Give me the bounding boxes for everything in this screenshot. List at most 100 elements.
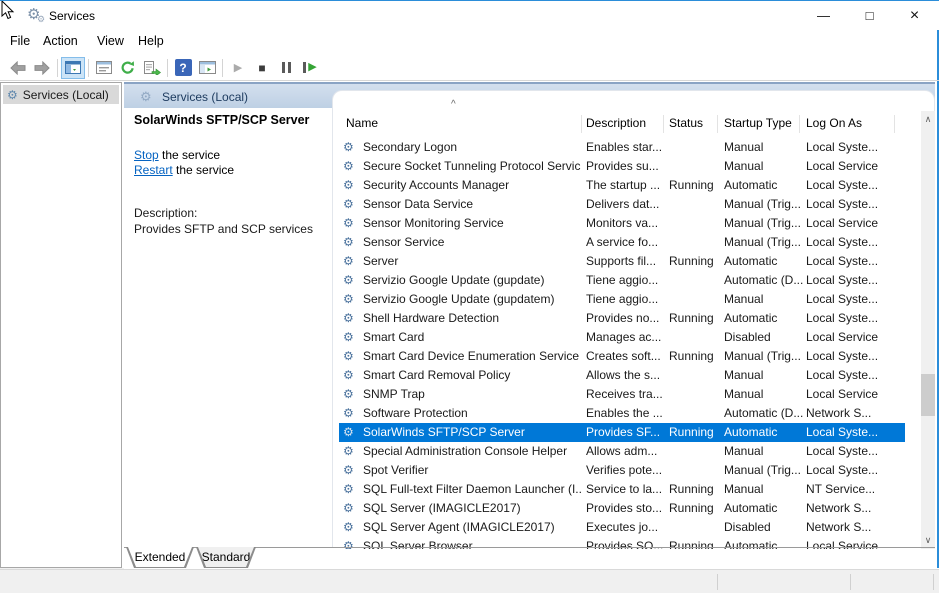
- cell-log-on-as: Local Syste...: [806, 425, 902, 440]
- cell-startup-type: Manual (Trig...: [724, 216, 803, 231]
- cell-name: Special Administration Console Helper: [363, 444, 581, 459]
- tree-item-services-local[interactable]: ⚙ Services (Local): [3, 85, 119, 104]
- statusbar: [0, 570, 939, 593]
- column-header-description[interactable]: Description: [586, 111, 646, 135]
- table-row[interactable]: ⚙ Spot Verifier Verifies pote... Manual …: [339, 461, 905, 480]
- stop-service-link[interactable]: Stop: [134, 148, 159, 162]
- service-gear-icon: ⚙: [343, 236, 354, 248]
- help-icon[interactable]: ?: [171, 57, 195, 79]
- cell-startup-type: Automatic (D...: [724, 273, 803, 288]
- menu-action[interactable]: Action: [43, 34, 78, 48]
- cell-log-on-as: Network S...: [806, 520, 902, 535]
- table-row[interactable]: ⚙ Shell Hardware Detection Provides no..…: [339, 309, 905, 328]
- column-divider[interactable]: [663, 115, 664, 133]
- scrollbar-thumb[interactable]: [921, 374, 935, 416]
- tab-standard[interactable]: Standard: [196, 547, 256, 568]
- cell-log-on-as: Local Syste...: [806, 444, 902, 459]
- tab-standard-label: Standard: [197, 547, 255, 567]
- table-row[interactable]: ⚙ SQL Full-text Filter Daemon Launcher (…: [339, 480, 905, 499]
- cell-status: [669, 330, 721, 345]
- table-row[interactable]: ⚙ Sensor Monitoring Service Monitors va.…: [339, 214, 905, 233]
- table-row[interactable]: ⚙ Special Administration Console Helper …: [339, 442, 905, 461]
- column-divider[interactable]: [799, 115, 800, 133]
- menu-file[interactable]: File: [10, 34, 30, 48]
- show-extended-view-icon[interactable]: [195, 57, 219, 79]
- vertical-scrollbar[interactable]: ∧ ∨: [921, 111, 935, 549]
- menu-view[interactable]: View: [97, 34, 124, 48]
- selected-service-title: SolarWinds SFTP/SCP Server: [134, 113, 309, 127]
- cell-name: Server: [363, 254, 581, 269]
- cell-startup-type: Manual: [724, 159, 803, 174]
- column-divider[interactable]: [894, 115, 895, 133]
- maximize-button[interactable]: □: [847, 1, 892, 30]
- toolbar-separator: [88, 59, 89, 77]
- show-console-tree-icon[interactable]: [61, 57, 85, 79]
- export-list-icon[interactable]: [140, 57, 164, 79]
- table-row[interactable]: ⚙ Security Accounts Manager The startup …: [339, 176, 905, 195]
- cell-startup-type: Disabled: [724, 330, 803, 345]
- restart-service-link[interactable]: Restart: [134, 163, 173, 177]
- cell-startup-type: Manual: [724, 292, 803, 307]
- table-row[interactable]: ⚙ SolarWinds SFTP/SCP Server Provides SF…: [339, 423, 905, 442]
- close-button[interactable]: ×: [892, 1, 937, 30]
- column-header-log-on-as[interactable]: Log On As: [806, 111, 862, 135]
- cell-startup-type: Manual: [724, 444, 803, 459]
- table-row[interactable]: ⚙ Servizio Google Update (gupdate) Tiene…: [339, 271, 905, 290]
- column-header-status[interactable]: Status: [669, 111, 703, 135]
- cell-status: [669, 273, 721, 288]
- table-row[interactable]: ⚙ Software Protection Enables the ... Au…: [339, 404, 905, 423]
- table-row[interactable]: ⚙ Smart Card Removal Policy Allows the s…: [339, 366, 905, 385]
- pause-service-icon[interactable]: [274, 57, 298, 79]
- cell-status: [669, 292, 721, 307]
- table-row[interactable]: ⚙ Smart Card Device Enumeration Service …: [339, 347, 905, 366]
- service-gear-icon: ⚙: [343, 407, 354, 419]
- table-row[interactable]: ⚙ Sensor Data Service Delivers dat... Ma…: [339, 195, 905, 214]
- stop-service-icon[interactable]: ■: [250, 57, 274, 79]
- table-row[interactable]: ⚙ Server Supports fil... Running Automat…: [339, 252, 905, 271]
- services-gear-small-icon: ⚙: [37, 15, 45, 24]
- restart-service-icon[interactable]: ▶: [298, 57, 322, 79]
- column-header-name[interactable]: Name: [346, 111, 378, 135]
- table-row[interactable]: ⚙ Sensor Service A service fo... Manual …: [339, 233, 905, 252]
- refresh-icon[interactable]: [116, 57, 140, 79]
- table-row[interactable]: ⚙ SQL Server Agent (IMAGICLE2017) Execut…: [339, 518, 905, 537]
- cell-status: [669, 520, 721, 535]
- table-row[interactable]: ⚙ Secondary Logon Enables star... Manual…: [339, 138, 905, 157]
- table-row[interactable]: ⚙ SQL Server (IMAGICLE2017) Provides sto…: [339, 499, 905, 518]
- cell-name: Servizio Google Update (gupdate): [363, 273, 581, 288]
- cell-startup-type: Automatic: [724, 425, 803, 440]
- table-row[interactable]: ⚙ Servizio Google Update (gupdatem) Tien…: [339, 290, 905, 309]
- tab-extended[interactable]: Extended: [126, 547, 194, 568]
- table-row[interactable]: ⚙ SNMP Trap Receives tra... Manual Local…: [339, 385, 905, 404]
- back-icon[interactable]: [6, 57, 30, 79]
- pane-header-title: Services (Local): [162, 90, 248, 104]
- column-header-startup-type[interactable]: Startup Type: [724, 111, 792, 135]
- column-divider[interactable]: [717, 115, 718, 133]
- cell-description: Tiene aggio...: [586, 273, 666, 288]
- toolbar-separator: [222, 59, 223, 77]
- cell-log-on-as: Local Syste...: [806, 292, 902, 307]
- minimize-button[interactable]: —: [801, 1, 846, 30]
- forward-icon[interactable]: [30, 57, 54, 79]
- start-service-icon[interactable]: ▶: [226, 57, 250, 79]
- table-row[interactable]: ⚙ Secure Socket Tunneling Protocol Servi…: [339, 157, 905, 176]
- menu-help[interactable]: Help: [138, 34, 164, 48]
- stop-service-line: Stop the service: [134, 148, 220, 162]
- stop-service-suffix: the service: [159, 148, 220, 162]
- cell-name: Secure Socket Tunneling Protocol Service: [363, 159, 581, 174]
- cell-description: Manages ac...: [586, 330, 666, 345]
- table-row[interactable]: ⚙ Smart Card Manages ac... Disabled Loca…: [339, 328, 905, 347]
- service-gear-icon: ⚙: [343, 293, 354, 305]
- titlebar[interactable]: ⚙ ⚙ Services — □ ×: [0, 1, 939, 30]
- service-gear-icon: ⚙: [343, 502, 354, 514]
- cell-status: Running: [669, 178, 721, 193]
- cell-status: [669, 444, 721, 459]
- cell-description: Tiene aggio...: [586, 292, 666, 307]
- cell-log-on-as: Local Syste...: [806, 463, 902, 478]
- mouse-cursor: [1, 1, 15, 21]
- cell-startup-type: Automatic (D...: [724, 406, 803, 421]
- cell-name: SQL Full-text Filter Daemon Launcher (I.…: [363, 482, 581, 497]
- properties-icon[interactable]: [92, 57, 116, 79]
- column-divider[interactable]: [581, 115, 582, 133]
- scroll-up-icon[interactable]: ∧: [921, 111, 935, 128]
